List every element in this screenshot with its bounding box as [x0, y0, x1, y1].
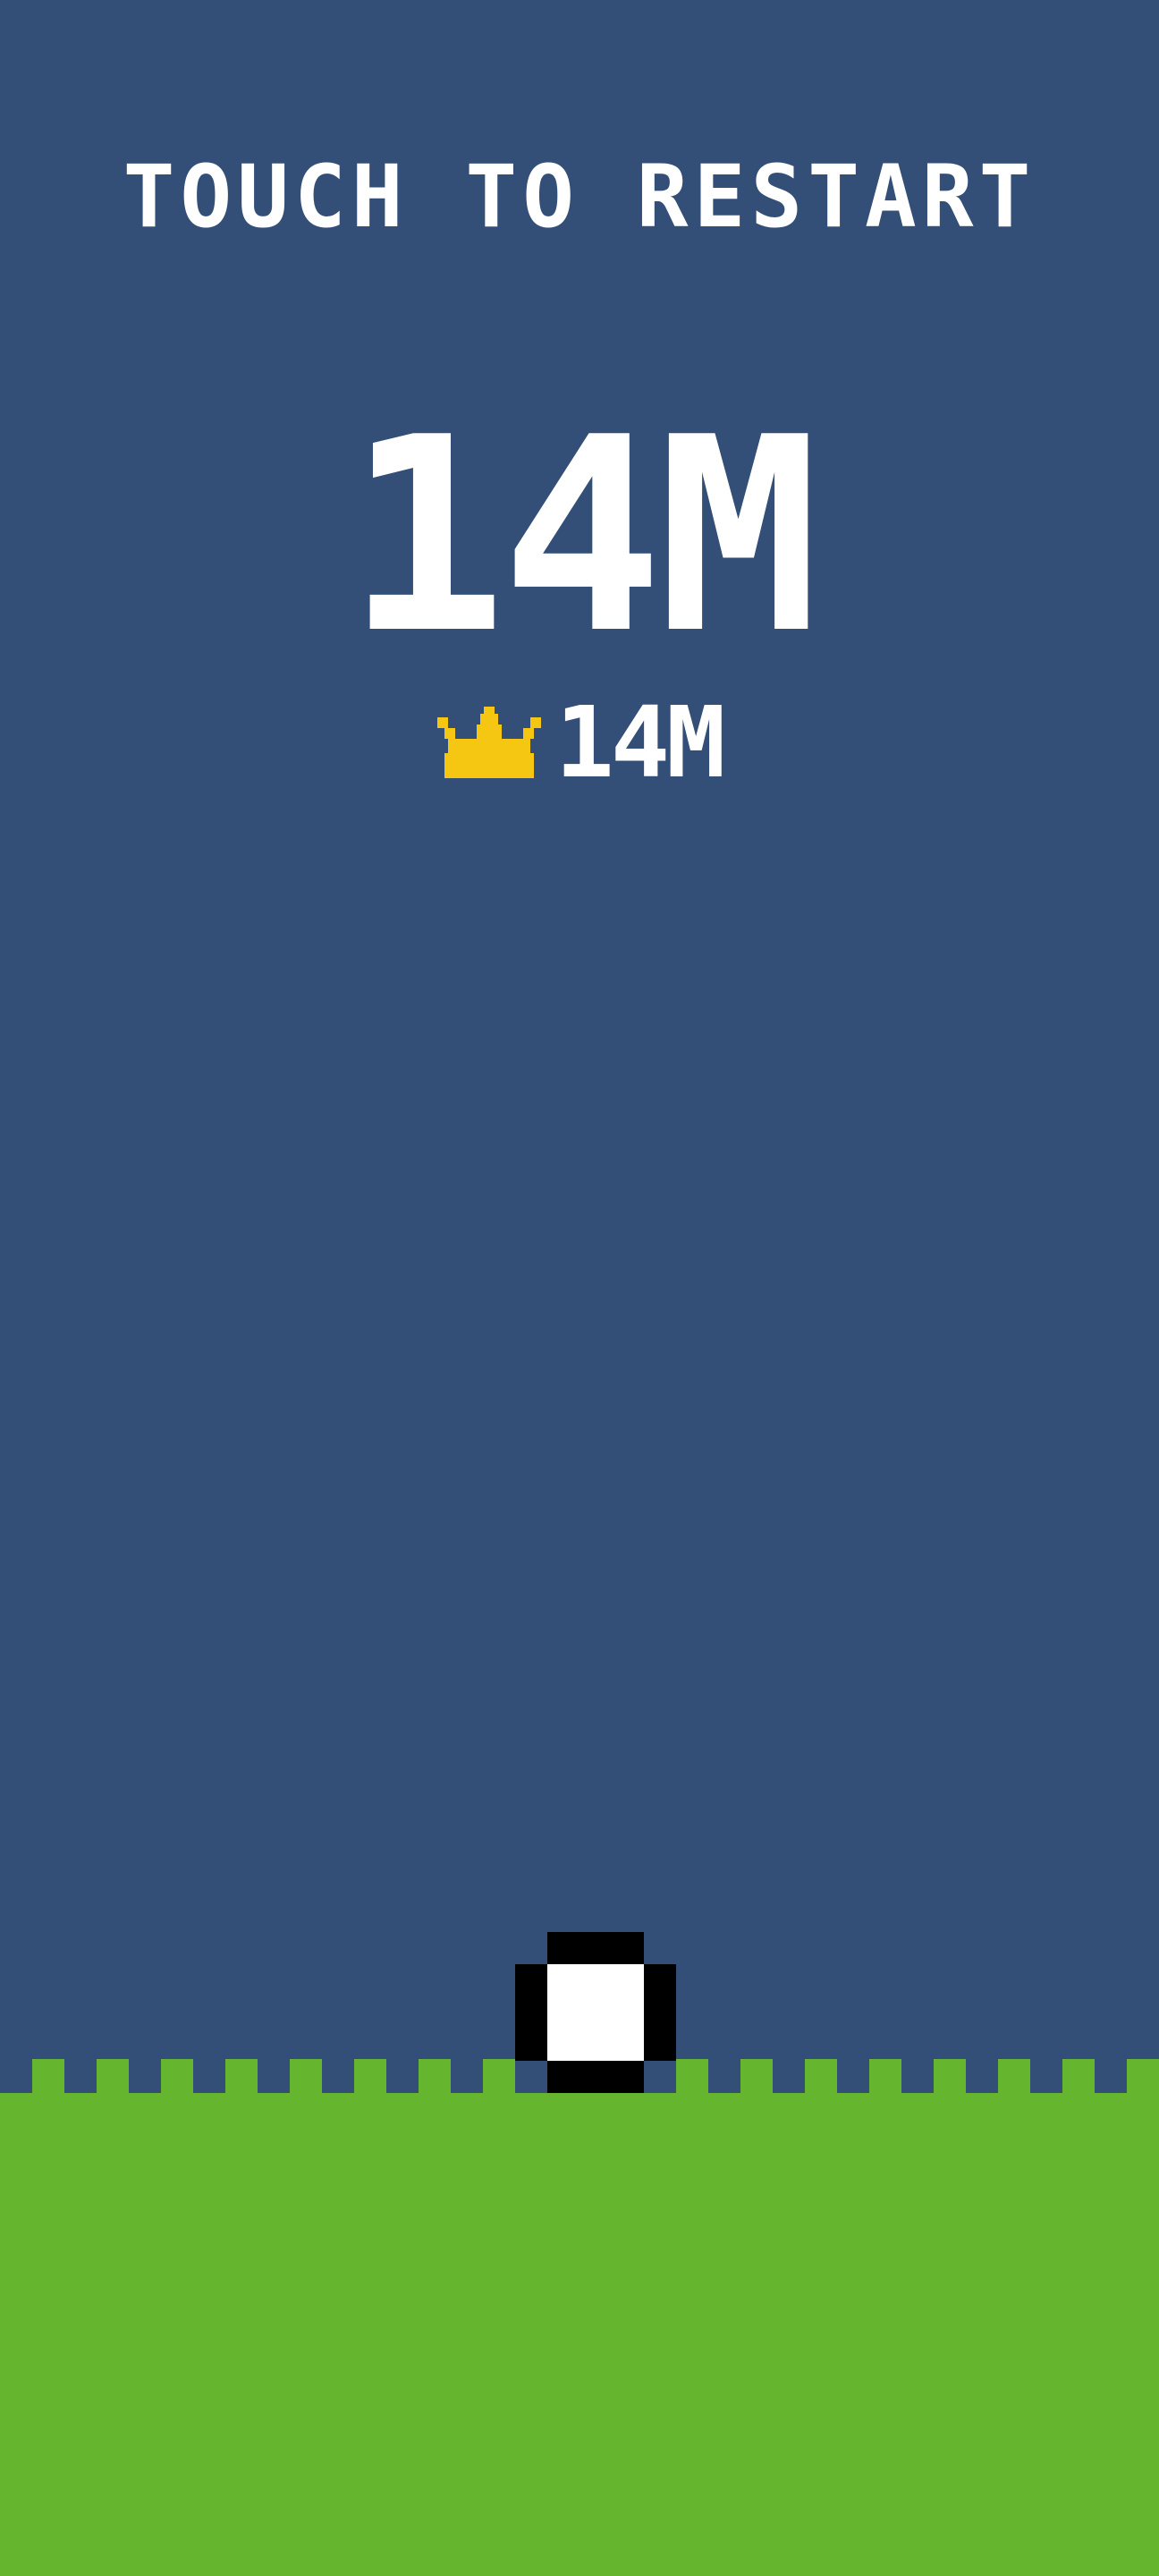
current-score: 14M — [345, 380, 819, 692]
grass-tooth — [161, 2059, 193, 2095]
restart-prompt[interactable]: TOUCH TO RESTART — [0, 143, 1159, 250]
grass-tooth — [676, 2059, 708, 2095]
grass-tooth — [1062, 2059, 1095, 2095]
grass-tooth — [934, 2059, 966, 2095]
best-score: 14M — [554, 685, 726, 800]
grass-tooth — [225, 2059, 258, 2095]
grass-tooth — [290, 2059, 322, 2095]
grass-tooth — [32, 2059, 64, 2095]
grass-tooth — [998, 2059, 1030, 2095]
grass-tooth — [354, 2059, 386, 2095]
grass-tooth — [869, 2059, 901, 2095]
grass-tooth — [419, 2059, 451, 2095]
grass-tooth — [740, 2059, 773, 2095]
best-score-row: 14M — [0, 685, 1159, 800]
grass-tooth — [805, 2059, 837, 2095]
grass-ground — [0, 2093, 1159, 2576]
grass-tooth — [483, 2059, 515, 2095]
game-screen[interactable]: TOUCH TO RESTART 14M 14M — [0, 0, 1159, 2576]
grass-tooth — [97, 2059, 129, 2095]
ball-player — [515, 1932, 676, 2093]
grass-tooth — [1127, 2059, 1159, 2095]
crown-icon — [436, 707, 541, 778]
